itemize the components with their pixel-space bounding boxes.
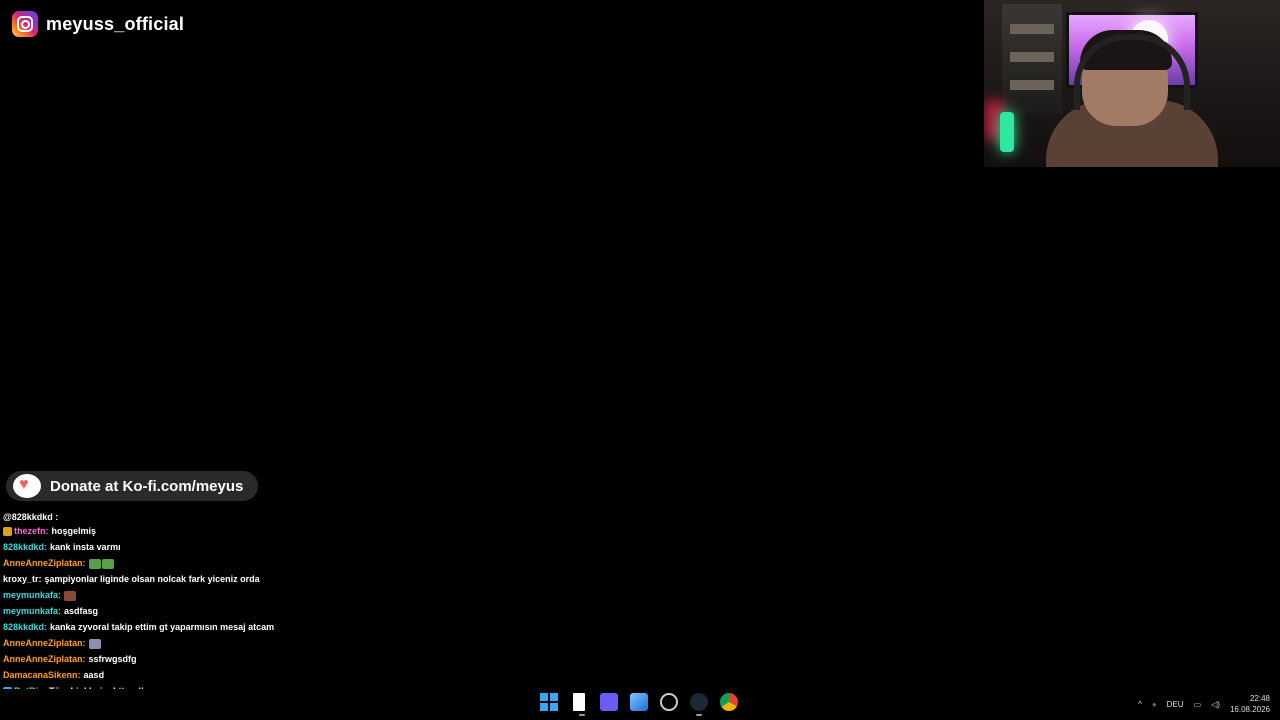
chat-username: meymunkafa: bbox=[3, 606, 62, 616]
kofi-cup-icon bbox=[13, 474, 41, 498]
chat-message: 828kkdkd: kank insta varmı bbox=[3, 539, 293, 555]
chat-message: 828kkdkd: kanka zyvoral takip ettim gt ya… bbox=[3, 619, 293, 635]
chat-text: aasd bbox=[83, 670, 105, 680]
taskbar: ^ ● DEU ▭ ◁) 22:48 16.08.2026 bbox=[0, 689, 1280, 720]
photos-app-icon[interactable] bbox=[630, 693, 648, 711]
chat-message: thezefn: hoşgelmiş bbox=[3, 523, 293, 539]
chat-emote-icon bbox=[88, 638, 101, 649]
chat-emote-icon bbox=[88, 558, 101, 569]
calendar-app-icon[interactable] bbox=[600, 693, 618, 711]
webcam-shelf bbox=[1002, 4, 1062, 114]
chat-username: AnneAnneZiplatan: bbox=[3, 638, 86, 648]
chat-username: @828kkdkd : bbox=[3, 513, 59, 522]
chat-username: meymunkafa: bbox=[3, 590, 62, 600]
chat-emote-icon bbox=[64, 590, 77, 601]
chat-username: kroxy_tr: bbox=[3, 574, 42, 584]
clock[interactable]: 22:48 16.08.2026 bbox=[1230, 693, 1270, 715]
chat-username: 828kkdkd: bbox=[3, 542, 48, 552]
chat-message: meymunkafa: bbox=[3, 587, 293, 603]
chat-message: meymunkafa: asdfasg bbox=[3, 603, 293, 619]
chat-message: AnneAnneZiplatan: bbox=[3, 635, 293, 651]
chat-overlay: @828kkdkd : thezefn: hoşgelmiş 828kkdkd: kan… bbox=[3, 513, 293, 699]
chat-text: hoşgelmiş bbox=[51, 526, 97, 536]
language-indicator[interactable]: DEU bbox=[1167, 700, 1184, 709]
chat-message: kroxy_tr: şampiyonlar liginde olsan nolca… bbox=[3, 571, 293, 587]
chrome-icon[interactable] bbox=[720, 693, 738, 711]
clock-time: 22:48 bbox=[1249, 694, 1270, 703]
instagram-icon bbox=[12, 11, 38, 37]
instagram-handle: meyuss_official bbox=[46, 13, 185, 34]
clock-app-icon[interactable] bbox=[660, 693, 678, 711]
chat-message: DamacanaSikenn: aasd bbox=[3, 667, 293, 683]
chat-message: @828kkdkd : bbox=[3, 513, 293, 523]
system-tray: ^ ● DEU ▭ ◁) 22:48 16.08.2026 bbox=[1138, 693, 1270, 715]
clock-date: 16.08.2026 bbox=[1229, 705, 1270, 714]
chat-username: thezefn: bbox=[14, 526, 49, 536]
chat-username: DamacanaSikenn: bbox=[3, 670, 81, 680]
chat-username: 828kkdkd: bbox=[3, 622, 48, 632]
windows-start-icon[interactable] bbox=[540, 693, 558, 711]
steam-icon[interactable] bbox=[690, 693, 708, 716]
chat-emote-icon bbox=[101, 558, 114, 569]
chat-text: kanka zyvoral takip ettim gt yaparmısın … bbox=[50, 622, 275, 632]
volume-icon[interactable]: ◁) bbox=[1211, 700, 1220, 709]
microphone-icon[interactable]: ● bbox=[1152, 700, 1157, 709]
network-icon[interactable]: ▭ bbox=[1194, 700, 1202, 709]
chat-badge-icon bbox=[3, 527, 12, 537]
webcam-feed bbox=[984, 0, 1280, 167]
chat-username: AnneAnneZiplatan: bbox=[3, 558, 86, 568]
chevron-up-icon[interactable]: ^ bbox=[1138, 700, 1142, 709]
chat-message: AnneAnneZiplatan: bbox=[3, 555, 293, 571]
chat-text: asdfasg bbox=[64, 606, 99, 616]
chat-message: AnneAnneZiplatan: ssfrwgsdfg bbox=[3, 651, 293, 667]
taskbar-apps bbox=[540, 693, 738, 716]
donate-banner: Donate at Ko-fi.com/meyus bbox=[6, 471, 258, 501]
chat-text: şampiyonlar liginde olsan nolcak fark yi… bbox=[44, 574, 260, 584]
chat-text: kank insta varmı bbox=[50, 542, 121, 552]
chat-text: ssfrwgsdfg bbox=[88, 654, 137, 664]
webcam-green-light bbox=[1000, 112, 1014, 152]
instagram-overlay: meyuss_official bbox=[12, 11, 184, 37]
chat-username: AnneAnneZiplatan: bbox=[3, 654, 86, 664]
donate-text: Donate at Ko-fi.com/meyus bbox=[50, 477, 244, 495]
file-explorer-icon[interactable] bbox=[573, 693, 585, 716]
